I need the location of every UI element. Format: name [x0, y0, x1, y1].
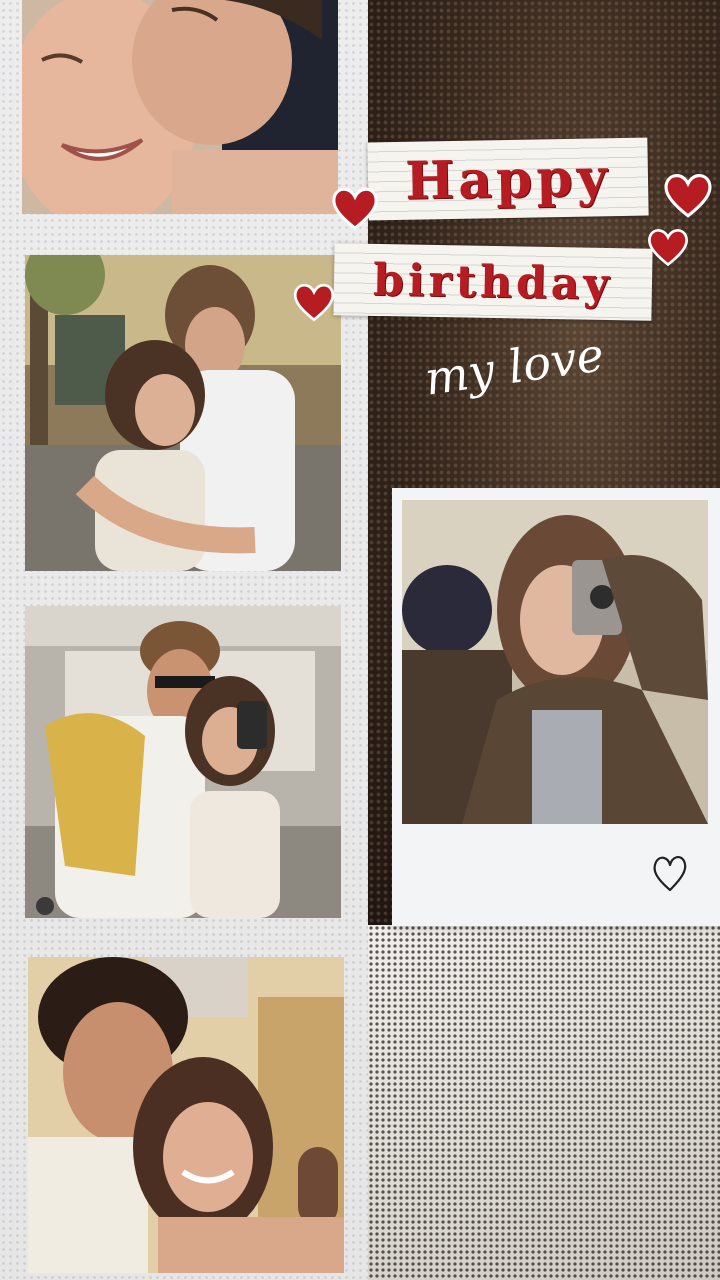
- polaroid-frame: [392, 488, 720, 926]
- title-line-1: Happy: [404, 146, 612, 212]
- script-subtitle: my love: [421, 327, 607, 406]
- photo-kiss-closeup: [22, 0, 338, 214]
- heart-icon: [290, 278, 338, 324]
- script-text: my love: [421, 327, 607, 406]
- heart-icon: [660, 168, 716, 220]
- halftone-light-background: [368, 925, 720, 1280]
- heart-icon: [328, 182, 382, 232]
- photo-selfie-balcony: [28, 957, 344, 1273]
- collage-canvas: Happy birthday my love: [0, 0, 720, 1280]
- title-sticker-birthday: birthday: [333, 243, 653, 321]
- photo-mirror-selfie-shop: [25, 606, 341, 918]
- title-sticker-happy: Happy: [367, 137, 649, 221]
- heart-outline-icon: [650, 850, 690, 894]
- title-line-2: birthday: [372, 254, 614, 310]
- photo-mirror-camera: [402, 500, 708, 824]
- heart-icon: [644, 224, 692, 268]
